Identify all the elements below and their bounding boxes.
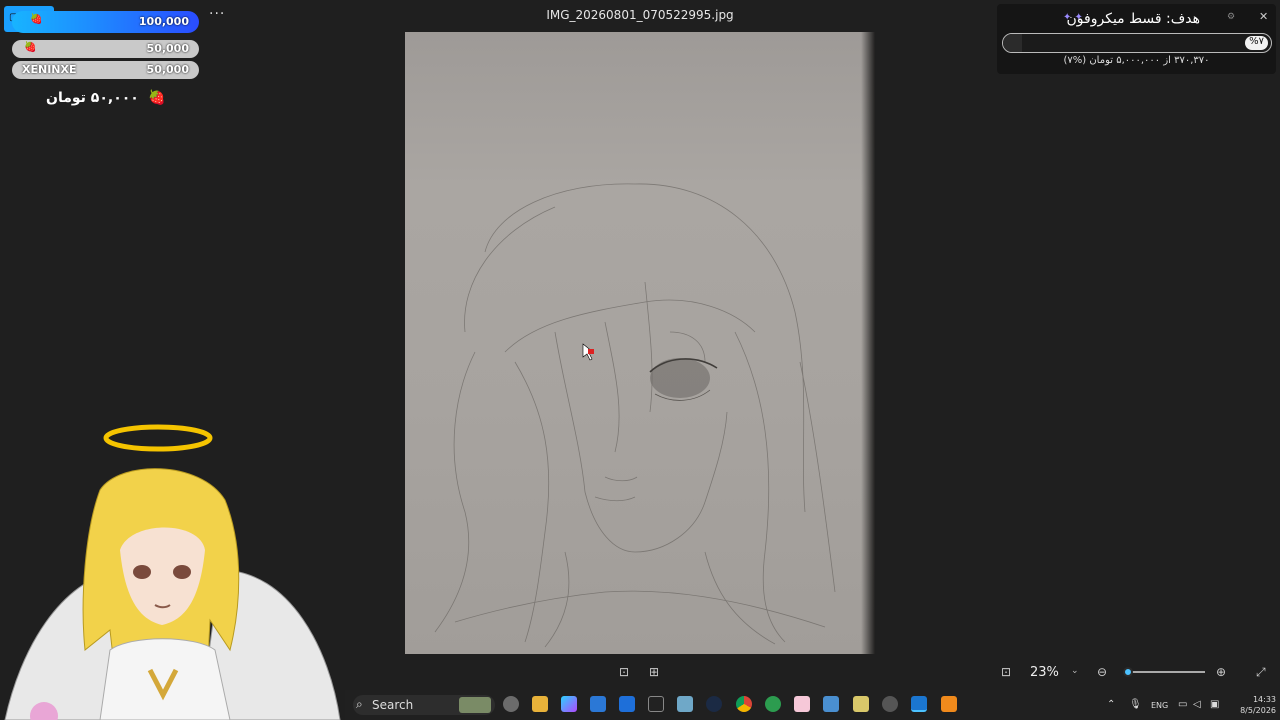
- goal-subtitle: ۳۷۰,۳۷۰ از ۵,۰۰۰,۰۰۰ تومان (%۷): [1063, 55, 1210, 66]
- strawberry-icon: 🍓: [24, 42, 37, 53]
- goal-percent-badge: %۷: [1245, 36, 1268, 50]
- donor-amount: 50,000: [146, 42, 189, 55]
- donation-goal-widget: هدف: قسط میکروفون ✦ ✦ ⚙ ✕ %۷ ۳۷۰,۳۷۰ از …: [997, 4, 1276, 74]
- pin-app-icon[interactable]: [853, 696, 869, 712]
- taskbar-search-label: Search: [372, 698, 414, 712]
- clock-time: 14:33: [1252, 695, 1276, 704]
- zoom-in-icon[interactable]: ⊕: [1216, 665, 1226, 679]
- zoom-slider-track[interactable]: [1125, 671, 1205, 673]
- copilot-icon[interactable]: [503, 696, 519, 712]
- donor-row-top: 🍓 100,000: [12, 11, 199, 33]
- obs-icon[interactable]: [882, 696, 898, 712]
- chevron-up-icon[interactable]: ⌃: [1107, 699, 1115, 710]
- fullscreen-icon[interactable]: ⤢: [1256, 665, 1266, 680]
- taskbar-clock[interactable]: 14:33 8/5/2026: [1236, 694, 1276, 716]
- desktop: IMG_20260801_070522995.jpg ··· 🍓 100,000…: [0, 0, 1280, 720]
- donor-name: XENINXE: [22, 63, 77, 76]
- epic-games-icon[interactable]: [648, 696, 664, 712]
- more-options-button[interactable]: ···: [209, 6, 225, 22]
- gear-icon[interactable]: ⚙: [1227, 12, 1235, 22]
- vlc-icon[interactable]: [941, 696, 957, 712]
- vtuber-angel-avatar: [4, 424, 341, 720]
- goal-title: هدف: قسط میکروفون: [1066, 11, 1200, 27]
- sketch-eye: [649, 358, 718, 401]
- zoom-level[interactable]: 23%: [1030, 665, 1059, 680]
- donation-total: ۵۰,۰۰۰ تومان: [46, 90, 139, 106]
- donor-amount: 50,000: [146, 63, 189, 76]
- chrome-icon[interactable]: [736, 696, 752, 712]
- donor-row: 🍓 50,000: [12, 40, 199, 58]
- goal-decor-icons: ✦ ✦: [1063, 12, 1083, 23]
- goal-progress-fill: [1003, 34, 1022, 52]
- strawberry-icon: 🍓: [30, 14, 43, 25]
- strawberry-icon: 🍓: [148, 90, 166, 106]
- donor-row: XENINXE 50,000: [12, 61, 199, 79]
- file-explorer-icon[interactable]: [532, 696, 548, 712]
- battery-icon[interactable]: ▣: [1210, 699, 1219, 710]
- photos-app-icon[interactable]: [677, 696, 693, 712]
- photo-canvas[interactable]: [405, 32, 875, 654]
- steam-icon[interactable]: [706, 696, 722, 712]
- close-icon[interactable]: ✕: [1259, 10, 1268, 23]
- network-icon[interactable]: ▭: [1178, 699, 1187, 710]
- scan-text-icon[interactable]: ⊞: [649, 665, 659, 679]
- zoom-slider-thumb[interactable]: [1123, 667, 1133, 677]
- copilot-app-icon[interactable]: [561, 696, 577, 712]
- microsoft-store-icon[interactable]: [590, 696, 606, 712]
- paper-edge-shadow: [861, 32, 875, 654]
- photos-active-icon[interactable]: [911, 696, 927, 712]
- volume-icon[interactable]: ◁: [1193, 699, 1201, 710]
- pencil-sketch-drawing: [434, 183, 836, 648]
- pointer-app-icon[interactable]: [823, 696, 839, 712]
- search-highlight-image: [459, 697, 491, 713]
- clock-date: 8/5/2026: [1240, 706, 1276, 715]
- donor-amount: 100,000: [138, 15, 189, 28]
- chevron-down-icon[interactable]: ⌄: [1071, 666, 1079, 676]
- zoom-out-icon[interactable]: ⊖: [1097, 665, 1107, 679]
- paint-app-icon[interactable]: [794, 696, 810, 712]
- search-icon: ⌕: [356, 697, 363, 711]
- language-indicator[interactable]: ENG: [1151, 701, 1168, 710]
- goal-progress-bar: %۷: [1002, 33, 1272, 53]
- microphone-icon[interactable]: 🎙: [1129, 699, 1142, 710]
- edge-icon[interactable]: [765, 696, 781, 712]
- pen-app-icon[interactable]: [619, 696, 635, 712]
- mouse-cursor: [582, 343, 594, 361]
- actual-size-icon[interactable]: ⊡: [1001, 665, 1011, 679]
- fit-to-window-icon[interactable]: ⊡: [619, 665, 629, 679]
